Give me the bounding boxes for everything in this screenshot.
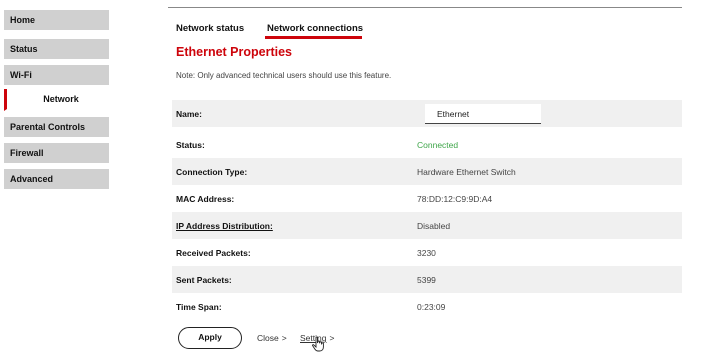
sidebar-item-label: Parental Controls — [10, 122, 86, 132]
connection-type-value: Hardware Ethernet Switch — [417, 167, 516, 177]
page-title: Ethernet Properties — [176, 45, 293, 59]
property-row-mac: MAC Address: 78:DD:12:C9:9D:A4 — [172, 185, 682, 212]
sidebar-item-network[interactable]: Network — [4, 89, 109, 111]
ip-distribution-value: Disabled — [417, 221, 451, 231]
property-row-connection-type: Connection Type: Hardware Ethernet Switc… — [172, 158, 682, 185]
time-span-value: 0:23:09 — [417, 302, 446, 312]
ip-distribution-link[interactable]: IP Address Distribution: — [176, 221, 273, 231]
sent-value: 5399 — [417, 275, 436, 285]
chevron-right-icon: > — [329, 333, 335, 343]
mac-value: 78:DD:12:C9:9D:A4 — [417, 194, 493, 204]
apply-button[interactable]: Apply — [178, 327, 242, 349]
tab-network-status[interactable]: Network status — [176, 23, 244, 34]
status-value: Connected — [417, 140, 459, 150]
close-link[interactable]: Close > — [257, 333, 287, 343]
sent-label: Sent Packets: — [176, 275, 232, 285]
hand-pointer-icon — [312, 336, 324, 352]
active-tab-indicator — [265, 36, 362, 39]
sidebar-item-wifi[interactable]: Wi-Fi — [4, 65, 109, 87]
property-row-status: Status: Connected — [172, 131, 682, 158]
close-label: Close — [257, 333, 279, 343]
sidebar-item-label: Network — [43, 94, 79, 104]
property-row-ip-distribution: IP Address Distribution: Disabled — [172, 212, 682, 239]
sidebar-item-label: Wi-Fi — [10, 70, 32, 80]
name-field[interactable] — [425, 104, 541, 124]
sidebar-item-label: Advanced — [10, 174, 54, 184]
sidebar-item-advanced[interactable]: Advanced — [4, 169, 109, 191]
advanced-note: Note: Only advanced technical users shou… — [176, 71, 392, 80]
sidebar-item-label: Home — [10, 15, 36, 25]
sidebar: Home Status Wi-Fi Network Parental Contr… — [0, 0, 109, 355]
sidebar-item-label: Firewall — [10, 148, 44, 158]
sidebar-item-firewall[interactable]: Firewall — [4, 143, 109, 165]
property-row-time-span: Time Span: 0:23:09 — [172, 293, 682, 320]
received-label: Received Packets: — [176, 248, 251, 258]
mac-label: MAC Address: — [176, 194, 235, 204]
sidebar-item-home[interactable]: Home — [4, 10, 109, 32]
property-row-sent: Sent Packets: 5399 — [172, 266, 682, 293]
property-row-received: Received Packets: 3230 — [172, 239, 682, 266]
name-label: Name: — [176, 109, 202, 119]
time-span-label: Time Span: — [176, 302, 222, 312]
sidebar-item-label: Status — [10, 44, 38, 54]
sidebar-item-status[interactable]: Status — [4, 39, 109, 61]
top-divider — [168, 7, 682, 8]
tab-network-connections[interactable]: Network connections — [267, 23, 363, 34]
status-label: Status: — [176, 140, 205, 150]
connection-type-label: Connection Type: — [176, 167, 248, 177]
received-value: 3230 — [417, 248, 436, 258]
sidebar-item-parental-controls[interactable]: Parental Controls — [4, 117, 109, 139]
chevron-right-icon: > — [281, 333, 287, 343]
